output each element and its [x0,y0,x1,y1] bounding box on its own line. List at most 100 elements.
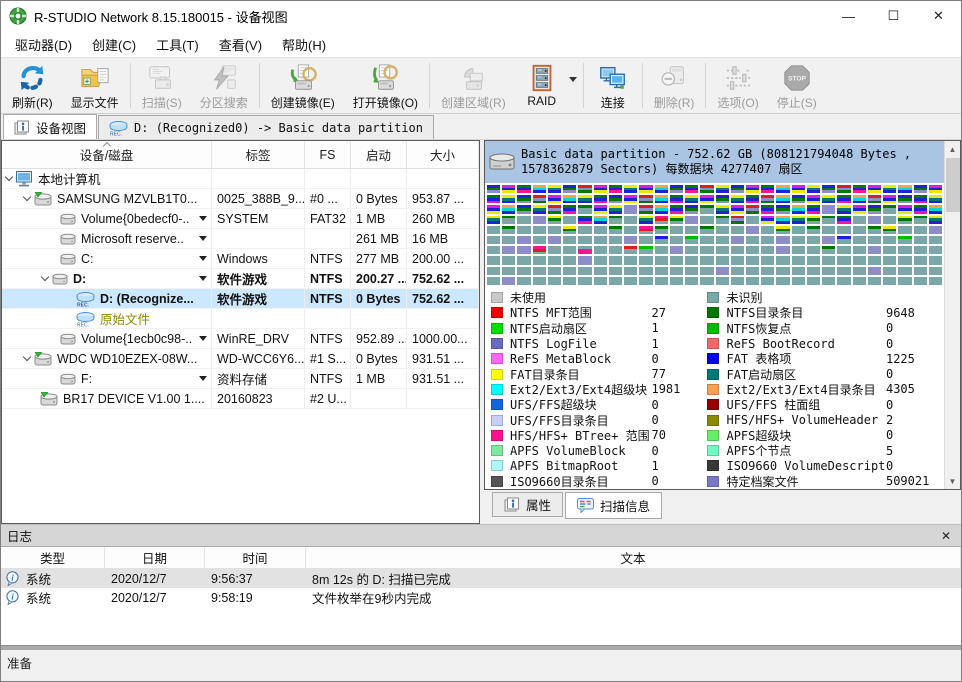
log-column-header-0[interactable]: 类型 [1,547,105,568]
table-row[interactable]: Volume{0bedecf0-..SYSTEMFAT321 MB260 MB [2,209,479,229]
toolbar-button-open-image[interactable]: 打开镜像(O) [344,59,427,112]
expander-chevron-icon[interactable] [41,273,49,281]
column-header-3[interactable]: 启动 [351,141,407,168]
scan-block [548,267,561,275]
legend-item: UFS/FFS 柱面组0 [707,397,942,412]
table-row[interactable]: REC.D: (Recognize...软件游戏NTFS0 Bytes752.6… [2,289,479,309]
toolbar: 刷新(R)显示文件扫描(S)分区搜索创建镜像(E)打开镜像(O)创建区域(R)R… [1,57,961,114]
dropdown-arrow-icon[interactable] [199,376,207,381]
log-close-icon[interactable]: ✕ [937,529,955,543]
scan-block [624,185,637,193]
scan-block [685,277,698,285]
scan-block [807,195,820,203]
toolbar-button-raid[interactable]: RAID [515,59,569,112]
dropdown-arrow-icon[interactable] [199,336,207,341]
table-row[interactable]: SAMSUNG MZVLB1T0...0025_388B_9...#0 ...0… [2,189,479,209]
scan-block [776,216,789,224]
menu-item-3[interactable]: 查看(V) [209,31,272,58]
column-header-2[interactable]: FS [305,141,351,168]
dropdown-arrow-icon[interactable] [199,276,207,281]
menu-item-2[interactable]: 工具(T) [146,31,209,58]
toolbar-dropdown-raid[interactable] [569,59,581,112]
scan-block [670,277,683,285]
table-row[interactable]: 本地计算机 [2,169,479,189]
legend-swatch [491,292,503,303]
scan-block [914,236,927,244]
legend-swatch [491,338,503,349]
scan-block [898,246,911,254]
scan-block [807,267,820,275]
scan-block [731,256,744,264]
table-row[interactable]: D:软件游戏NTFS200.27 ...752.62 ... [2,269,479,289]
column-header-1[interactable]: 标签 [212,141,305,168]
scan-block [792,246,805,254]
close-button[interactable]: ✕ [916,1,961,31]
tab-device-view[interactable]: 设备视图 [3,114,97,139]
scan-block [716,216,729,224]
toolbar-separator [705,63,706,108]
table-row[interactable]: WDC WD10EZEX-08W...WD-WCC6Y6...#1 S...0 … [2,349,479,369]
legend-label: HFS/HFS+ VolumeHeader [726,413,886,427]
scan-block-map[interactable] [485,183,944,287]
toolbar-button-create-image[interactable]: 创建镜像(E) [262,59,344,112]
scan-block [685,267,698,275]
scan-block [548,256,561,264]
tab-scan-information[interactable]: 扫描信息 [565,492,662,519]
expander-chevron-icon[interactable] [23,193,31,201]
menu-item-0[interactable]: 驱动器(D) [5,31,82,58]
log-row[interactable]: i系统2020/12/79:58:19文件枚举在9秒内完成 [1,588,961,607]
scroll-up-icon[interactable]: ▲ [945,141,960,157]
expander-chevron-icon[interactable] [5,173,13,181]
log-column-header-1[interactable]: 日期 [105,547,205,568]
toolbar-group-raid: RAID [515,59,581,112]
table-row[interactable]: BR17 DEVICE V1.00 1....20160823#2 U... [2,389,479,409]
device-name-cell: REC.原始文件 [2,309,212,328]
scrollbar-vertical[interactable]: ▲ ▼ [944,141,960,489]
menu-item-4[interactable]: 帮助(H) [272,31,336,58]
tab-recognized-partition[interactable]: REC.D: (Recognized0) -> Basic data parti… [98,115,434,139]
legend-swatch [707,415,719,426]
legend-count: 4305 [886,382,942,396]
dropdown-arrow-icon[interactable] [199,236,207,241]
scan-block [700,185,713,193]
scan-block [502,226,515,234]
table-row[interactable]: Microsoft reserve..261 MB16 MB [2,229,479,249]
minimize-button[interactable]: — [826,1,871,31]
toolbar-button-show-files[interactable]: 显示文件 [62,59,128,112]
cell-label [212,309,305,328]
table-row[interactable]: REC.原始文件 [2,309,479,329]
tab-properties[interactable]: 属性 [492,492,563,517]
menu-item-1[interactable]: 创建(C) [82,31,146,58]
scan-block [898,236,911,244]
scan-block [670,267,683,275]
toolbar-group-create-image: 创建镜像(E) [262,59,344,112]
toolbar-button-connect[interactable]: 连接 [586,59,640,112]
scan-block [929,246,942,254]
log-row[interactable]: i系统2020/12/79:56:378m 12s 的 D: 扫描已完成 [1,569,961,588]
column-header-4[interactable]: 大小 [407,141,479,168]
scan-block [914,185,927,193]
expander-chevron-icon[interactable] [23,353,31,361]
info-balloon-icon: i [5,590,20,605]
table-row[interactable]: C:WindowsNTFS277 MB200.00 ... [2,249,479,269]
table-row[interactable]: F:资料存储NTFS1 MB931.51 ... [2,369,479,389]
scan-block [639,216,652,224]
table-row[interactable]: Volume{1ecb0c98-..WinRE_DRVNTFS952.89 ..… [2,329,479,349]
dropdown-arrow-icon[interactable] [199,256,207,261]
scroll-down-icon[interactable]: ▼ [945,473,960,489]
legend-label: ISO9660 VolumeDescriptor [726,459,886,473]
scroll-thumb[interactable] [946,158,960,212]
log-column-header-3[interactable]: 文本 [306,547,961,568]
column-header-0[interactable]: 设备/磁盘 [2,141,212,168]
device-name: D: [73,272,86,286]
column-header-label: FS [320,148,336,162]
maximize-button[interactable]: ☐ [871,1,916,31]
device-name: Volume{0bedecf0-.. [81,212,189,226]
scan-block [761,236,774,244]
scan-block [822,205,835,213]
scan-block [700,205,713,213]
toolbar-button-refresh[interactable]: 刷新(R) [3,59,62,112]
log-column-header-2[interactable]: 时间 [205,547,306,568]
cell-fs: NTFS [305,289,351,308]
dropdown-arrow-icon[interactable] [199,216,207,221]
